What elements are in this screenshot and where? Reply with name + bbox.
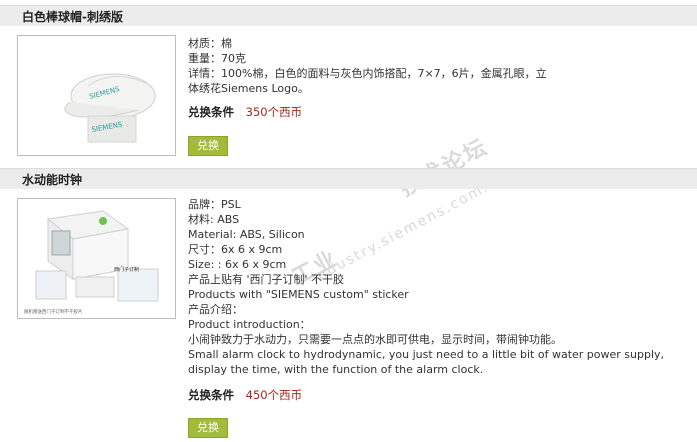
price-row-cap: 兑换条件 350个西币 <box>188 104 302 120</box>
exchange-button-clock[interactable]: 兑换 <box>188 418 228 438</box>
detail-line: 详情：100%棉，白色的面料与灰色内饰搭配，7×7，6片，金属孔眼，立 <box>188 67 547 80</box>
clock-image-label: 西门子订制 <box>114 266 139 273</box>
detail-line: 重量：70克 <box>188 52 246 65</box>
detail-line: 产品上贴有 '西门子订制' 不干胶 <box>188 273 345 286</box>
detail-line: 材质：棉 <box>188 37 232 50</box>
price-label: 兑换条件 <box>188 388 234 402</box>
exchange-button-cap[interactable]: 兑换 <box>188 136 228 156</box>
product-title: 水动能时钟 <box>22 173 83 187</box>
detail-line: 尺寸：6x 6 x 9cm <box>188 243 283 256</box>
product-image-cap: SIEMENS SIEMENS <box>17 35 176 156</box>
product-header-cap: 白色棒球帽-刺绣版 <box>0 5 697 26</box>
clock-image-caption: 随机赠送西门子订制不干胶片 <box>24 308 83 315</box>
product-details-clock: 品牌：PSL 材料: ABS Material: ABS, Silicon 尺寸… <box>188 197 664 377</box>
price-value: 350个西币 <box>245 105 303 119</box>
product-details-cap: 材质：棉 重量：70克 详情：100%棉，白色的面料与灰色内饰搭配，7×7，6片… <box>188 36 547 96</box>
detail-line: Products with "SIEMENS custom" sticker <box>188 288 409 301</box>
price-value: 450个西币 <box>245 388 303 402</box>
product-image-clock: 西门子订制 随机赠送西门子订制不干胶片 <box>17 198 176 319</box>
detail-line: 产品介绍： <box>188 303 243 316</box>
price-label: 兑换条件 <box>188 105 234 119</box>
detail-line: Product introduction： <box>188 318 311 331</box>
detail-line: 品牌：PSL <box>188 198 241 211</box>
detail-line: Small alarm clock to hydrodynamic, you j… <box>188 348 665 361</box>
detail-line: 材料: ABS <box>188 213 240 226</box>
clock-image: 西门子订制 随机赠送西门子订制不干胶片 <box>24 210 159 315</box>
price-row-clock: 兑换条件 450个西币 <box>188 387 302 403</box>
product-header-clock: 水动能时钟 <box>0 168 697 189</box>
detail-line: display the time, with the function of t… <box>188 363 484 376</box>
product-title: 白色棒球帽-刺绣版 <box>22 10 123 24</box>
detail-line: Material: ABS, Silicon <box>188 228 305 241</box>
cap-image: SIEMENS SIEMENS <box>64 73 156 143</box>
detail-line: Size: : 6x 6 x 9cm <box>188 258 287 271</box>
detail-line: 小闹钟致力于水动力，只需要一点点的水即可供电，显示时间，带闹钟功能。 <box>188 333 562 346</box>
detail-line: 体绣花Siemens Logo。 <box>188 82 309 95</box>
watermark-line2: 技术论坛 <box>393 129 493 202</box>
